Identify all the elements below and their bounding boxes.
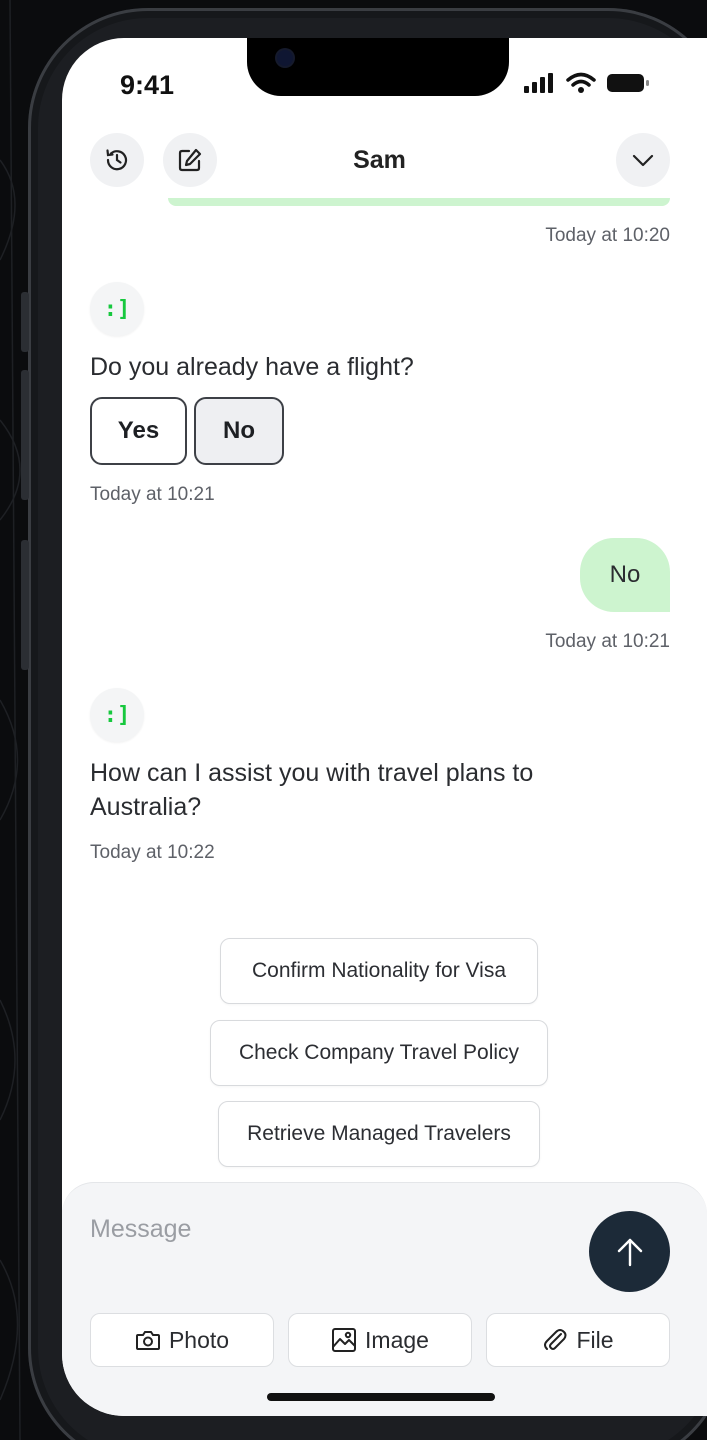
message-timestamp: Today at 10:21 bbox=[545, 631, 670, 652]
chat-title: Sam bbox=[353, 146, 406, 174]
wifi-icon bbox=[566, 72, 596, 93]
message-composer: Photo Image File bbox=[62, 1182, 707, 1416]
file-label: File bbox=[576, 1326, 614, 1353]
bot-message: How can I assist you with travel plans t… bbox=[90, 759, 534, 821]
image-label: Image bbox=[365, 1326, 429, 1353]
suggestion-chip[interactable]: Check Company Travel Policy bbox=[210, 1020, 548, 1086]
bot-message: Do you already have a flight? bbox=[90, 353, 414, 381]
photo-button[interactable]: Photo bbox=[90, 1313, 274, 1367]
send-button[interactable] bbox=[589, 1211, 670, 1292]
file-button[interactable]: File bbox=[486, 1313, 670, 1367]
photo-label: Photo bbox=[168, 1326, 230, 1353]
cellular-signal-icon bbox=[524, 73, 553, 93]
collapse-button[interactable] bbox=[616, 133, 670, 187]
message-timestamp: Today at 10:21 bbox=[90, 484, 215, 505]
paperclip-icon bbox=[544, 1329, 567, 1350]
volume-up-button bbox=[21, 370, 29, 500]
message-timestamp: Today at 10:22 bbox=[90, 842, 215, 863]
bot-avatar: :] bbox=[90, 282, 144, 336]
phone-screen: 9:41 Sam Today at 10:20:] Do you alread… bbox=[62, 38, 707, 1416]
message-input[interactable] bbox=[90, 1209, 570, 1249]
status-icons bbox=[524, 72, 650, 94]
chevron-down-icon bbox=[632, 154, 654, 167]
previous-message-bubble-edge bbox=[168, 198, 670, 206]
status-time: 9:41 bbox=[120, 70, 175, 100]
message-timestamp: Today at 10:20 bbox=[545, 225, 670, 246]
chat-header: Sam bbox=[62, 133, 707, 193]
option-yes-button[interactable]: Yes bbox=[90, 397, 187, 465]
suggestion-chip[interactable]: Retrieve Managed Travelers bbox=[218, 1101, 540, 1167]
home-indicator bbox=[267, 1393, 495, 1401]
image-icon bbox=[332, 1328, 357, 1352]
volume-down-button bbox=[21, 540, 29, 670]
option-no-button[interactable]: No bbox=[194, 397, 284, 465]
camera-icon bbox=[135, 1331, 160, 1350]
arrow-up-icon bbox=[617, 1238, 642, 1266]
user-message: No bbox=[580, 538, 670, 612]
image-button[interactable]: Image bbox=[288, 1313, 472, 1367]
mute-switch bbox=[21, 292, 29, 352]
bot-avatar: :] bbox=[90, 688, 144, 742]
notch bbox=[247, 38, 509, 96]
battery-icon bbox=[607, 74, 649, 92]
suggestion-chip[interactable]: Confirm Nationality for Visa bbox=[220, 938, 538, 1004]
front-camera bbox=[277, 50, 293, 66]
